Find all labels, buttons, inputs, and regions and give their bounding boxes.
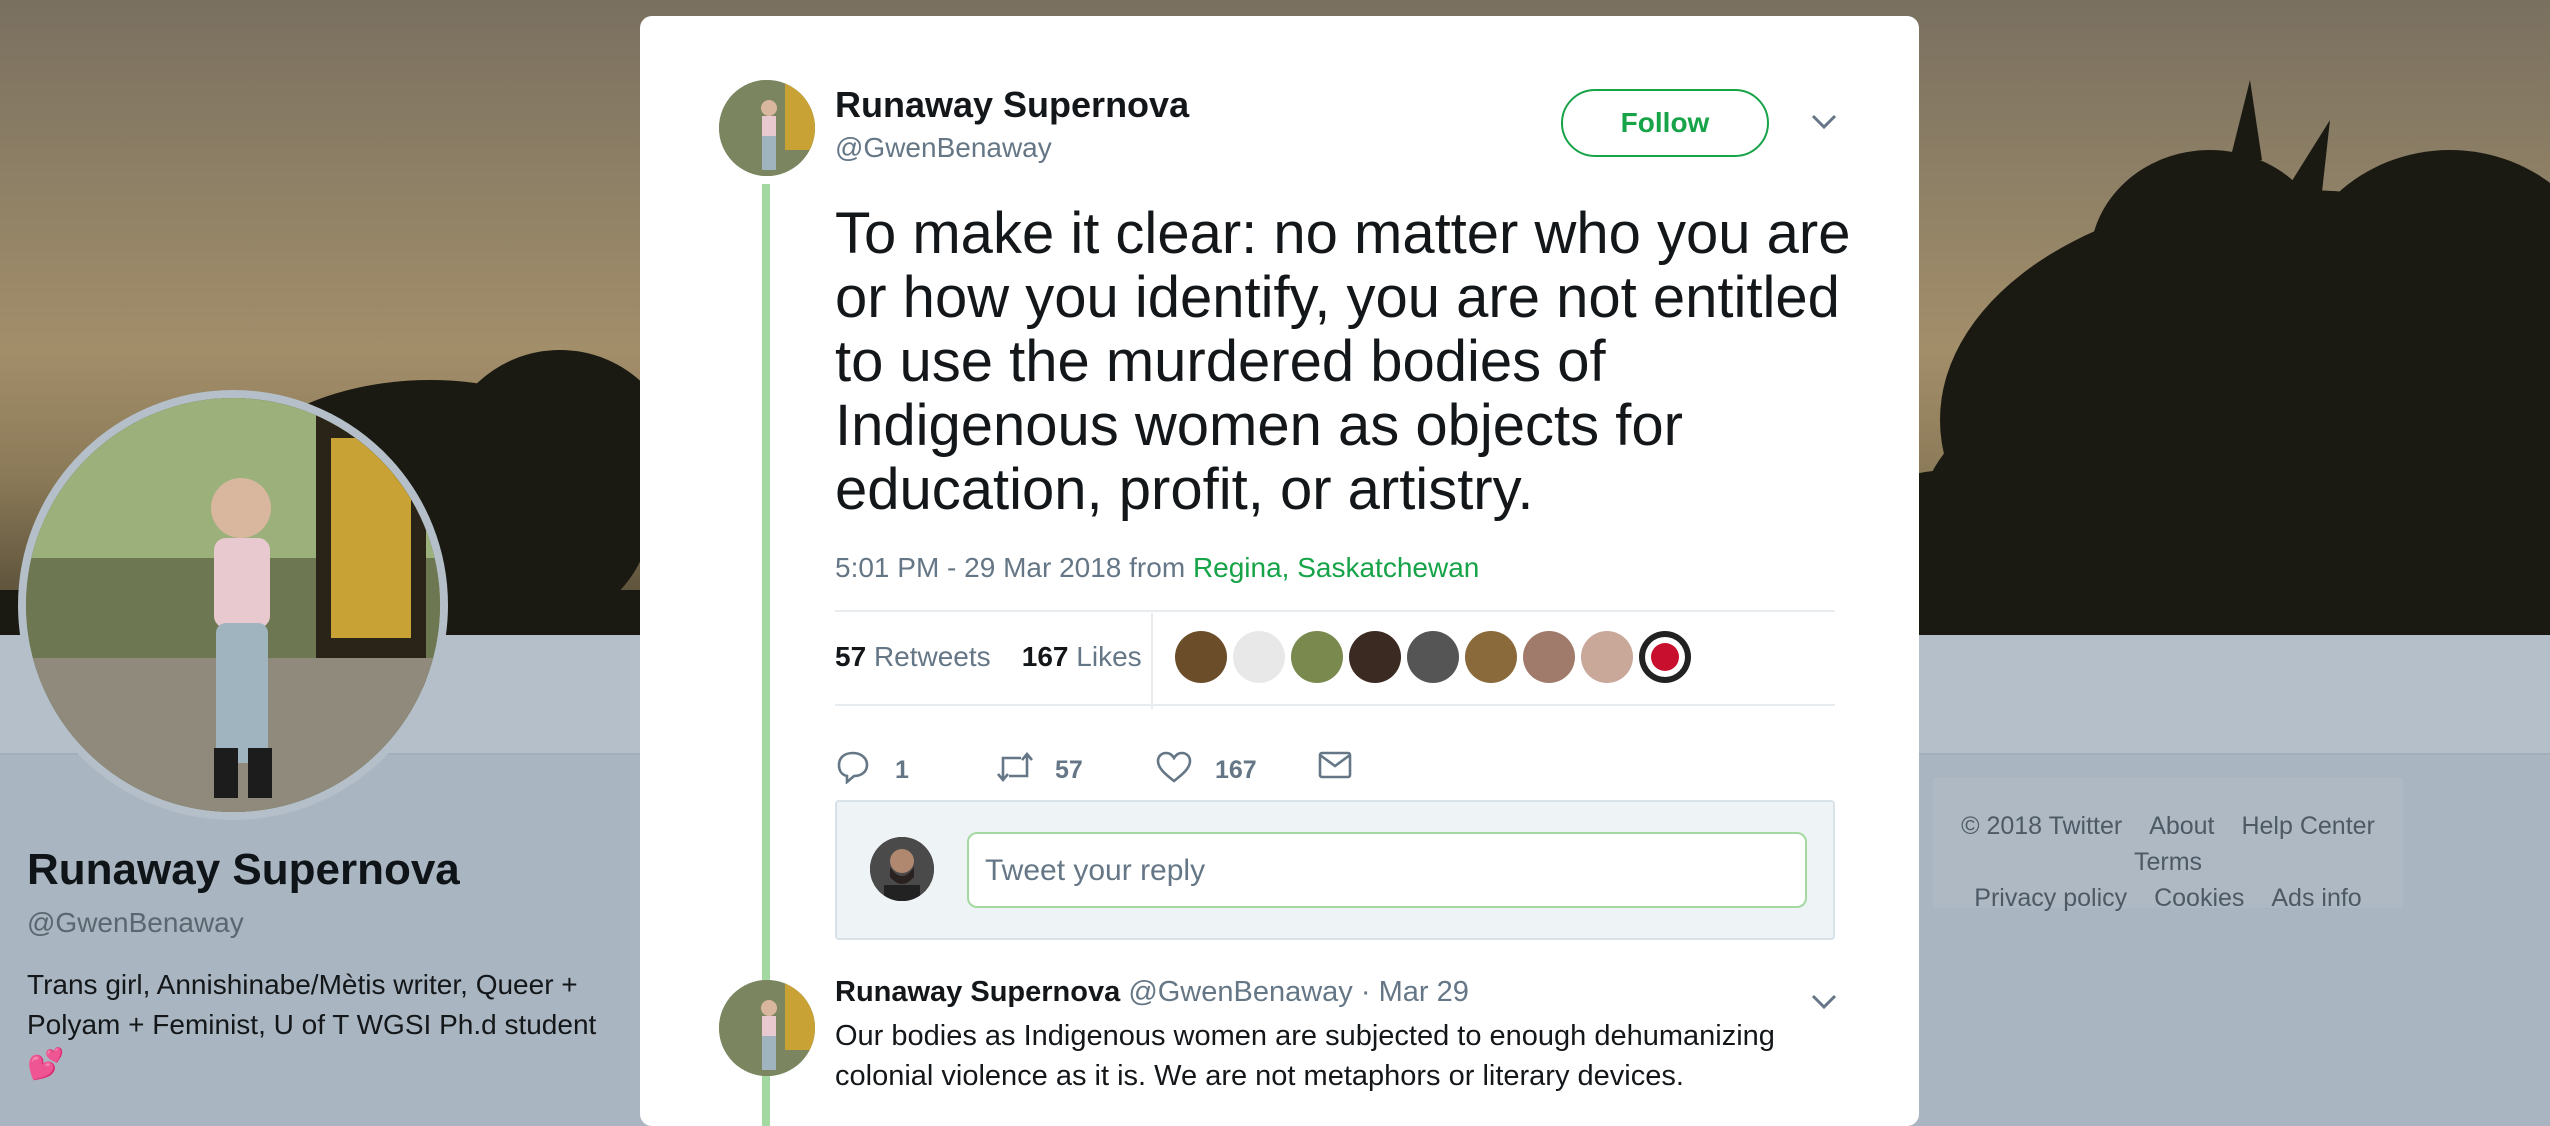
avatar-photo bbox=[26, 398, 440, 812]
reply-tweet-text: Our bodies as Indigenous women are subje… bbox=[835, 1020, 1775, 1092]
follow-button[interactable]: Follow bbox=[1561, 89, 1769, 157]
reply-action[interactable]: 1 bbox=[835, 736, 945, 796]
reply-author-avatar[interactable] bbox=[719, 980, 815, 1076]
message-icon bbox=[1318, 751, 1352, 779]
retweet-icon bbox=[997, 751, 1033, 783]
liker-avatar[interactable] bbox=[1291, 631, 1343, 683]
chevron-down-icon[interactable] bbox=[1810, 992, 1838, 1012]
retweet-count: 57 bbox=[1055, 756, 1083, 784]
author-handle[interactable]: @GwenBenaway bbox=[835, 132, 1052, 164]
footer-link-about[interactable]: About bbox=[2149, 812, 2214, 840]
liker-avatar[interactable] bbox=[1233, 631, 1285, 683]
footer-row-1: © 2018 Twitter About Help Center Terms bbox=[1933, 808, 2403, 880]
like-action[interactable]: 167 bbox=[1155, 736, 1275, 796]
liker-avatar[interactable] bbox=[1581, 631, 1633, 683]
footer-link-cookies[interactable]: Cookies bbox=[2154, 884, 2244, 912]
footer-link-ads[interactable]: Ads info bbox=[2271, 884, 2361, 912]
antifa-logo-icon bbox=[1645, 637, 1685, 677]
likes-stat[interactable]: 167 Likes bbox=[1022, 641, 1142, 672]
hearts-emoji: 💕 bbox=[27, 1048, 65, 1081]
reply-separator: · bbox=[1360, 976, 1371, 1008]
stats-divider bbox=[1151, 613, 1153, 709]
liker-avatar[interactable] bbox=[1523, 631, 1575, 683]
reply-author-name[interactable]: Runaway Supernova bbox=[835, 976, 1120, 1008]
profile-name[interactable]: Runaway Supernova bbox=[27, 845, 460, 895]
liker-avatar[interactable] bbox=[1349, 631, 1401, 683]
likes-label: Likes bbox=[1076, 641, 1142, 672]
tweet-meta: 5:01 PM - 29 Mar 2018 from Regina, Saska… bbox=[835, 552, 1479, 584]
reply-count: 1 bbox=[895, 756, 909, 784]
reply-input[interactable]: Tweet your reply bbox=[967, 832, 1807, 908]
retweets-label: Retweets bbox=[873, 641, 991, 672]
reply-tweet-header: Runaway Supernova @GwenBenaway · Mar 29 bbox=[835, 976, 1469, 1009]
divider bbox=[835, 704, 1835, 706]
chevron-down-icon[interactable] bbox=[1810, 112, 1838, 132]
reply-author-avatar-photo bbox=[719, 980, 815, 1076]
like-count: 167 bbox=[1215, 756, 1257, 784]
profile-bio-text: Trans girl, Annishinabe/Mètis writer, Qu… bbox=[27, 969, 597, 1040]
footer-copyright: © 2018 Twitter bbox=[1961, 812, 2123, 840]
tweet-stats: 57 Retweets 167 Likes bbox=[835, 641, 1142, 673]
tweet-location[interactable]: Regina, Saskatchewan bbox=[1193, 552, 1479, 583]
tweet-modal: Runaway Supernova @GwenBenaway Follow To… bbox=[640, 16, 1919, 1126]
liker-avatar[interactable] bbox=[1407, 631, 1459, 683]
tweet-text: To make it clear: no matter who you are … bbox=[835, 201, 1851, 522]
retweets-count: 57 bbox=[835, 641, 867, 672]
likes-count: 167 bbox=[1021, 641, 1069, 672]
current-user-avatar[interactable] bbox=[870, 837, 934, 901]
retweets-stat[interactable]: 57 Retweets bbox=[835, 641, 991, 672]
message-action[interactable] bbox=[1317, 736, 1367, 796]
retweet-action[interactable]: 57 bbox=[995, 736, 1105, 796]
profile-bio: Trans girl, Annishinabe/Mètis writer, Qu… bbox=[27, 965, 617, 1085]
current-user-avatar-photo bbox=[870, 837, 934, 901]
tweet-timestamp[interactable]: 5:01 PM - 29 Mar 2018 from bbox=[835, 552, 1185, 583]
liker-avatar[interactable] bbox=[1175, 631, 1227, 683]
reply-composer: Tweet your reply bbox=[835, 800, 1835, 940]
reply-date[interactable]: Mar 29 bbox=[1379, 976, 1469, 1008]
footer-link-help[interactable]: Help Center bbox=[2241, 812, 2374, 840]
footer-link-terms[interactable]: Terms bbox=[2134, 848, 2202, 876]
liker-avatar[interactable] bbox=[1639, 631, 1691, 683]
author-avatar[interactable] bbox=[719, 80, 815, 176]
liker-avatar[interactable] bbox=[1465, 631, 1517, 683]
like-icon bbox=[1156, 751, 1192, 783]
author-name[interactable]: Runaway Supernova bbox=[835, 84, 1189, 126]
profile-avatar[interactable] bbox=[18, 390, 448, 820]
profile-handle[interactable]: @GwenBenaway bbox=[27, 907, 244, 939]
footer-link-privacy[interactable]: Privacy policy bbox=[1974, 884, 2127, 912]
reply-icon bbox=[837, 751, 869, 784]
footer-row-2: Privacy policy Cookies Ads info bbox=[1933, 880, 2403, 916]
reply-author-handle[interactable]: @GwenBenaway bbox=[1128, 976, 1353, 1008]
divider bbox=[835, 610, 1835, 612]
footer-links: © 2018 Twitter About Help Center Terms P… bbox=[1933, 778, 2403, 912]
author-avatar-photo bbox=[719, 80, 815, 176]
